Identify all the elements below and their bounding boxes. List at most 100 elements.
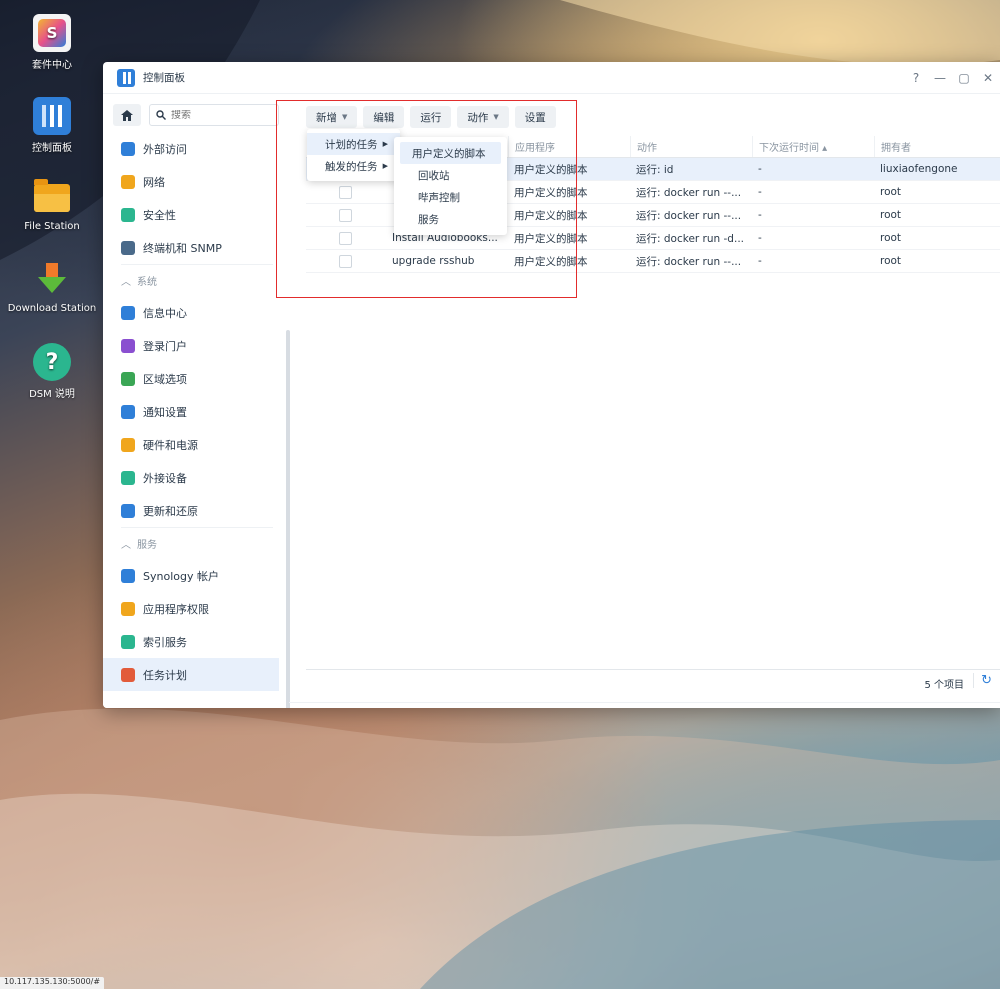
search-box [149,104,279,126]
sidebar-item-icon [121,601,135,616]
sidebar-item[interactable]: 信息中心 [121,296,289,329]
desktop-icon-label: File Station [24,221,80,232]
task-owner-cell: root [880,209,902,221]
sidebar-item[interactable]: 外部访问 [121,132,289,165]
sidebar-item-label: 安全性 [143,208,176,222]
sidebar-item[interactable]: 网络 [121,165,289,198]
sidebar-item-label: 外接设备 [143,471,187,485]
sidebar-item-label: 信息中心 [143,306,187,320]
sidebar-item[interactable]: 通知设置 [121,395,289,428]
status-url: 10.117.135.130:5000/# [0,977,105,989]
sidebar-item[interactable]: 更新和还原 [121,494,289,527]
sidebar-item[interactable]: 终端机和 SNMP [121,231,289,264]
sidebar-item[interactable]: Synology 帐户 [121,559,289,592]
sidebar-item-icon [121,207,135,222]
annotation-highlight-box [276,100,577,298]
desktop-icon-file-station[interactable]: File Station [6,179,98,232]
task-owner-cell: root [880,255,902,267]
window-titlebar[interactable]: 控制面板 ? — ▢ ✕ [103,62,1000,94]
sidebar-item-label: 通知设置 [143,405,187,419]
sidebar-item-label: 更新和还原 [143,504,198,518]
desktop-icon-label: 控制面板 [32,143,72,154]
refresh-icon: ↻ [981,673,992,688]
task-next-run-cell: - [758,209,762,221]
header-action[interactable]: 动作 [630,136,752,157]
task-action-cell: 运行: docker run --... [636,186,742,199]
sidebar-item-label: 硬件和电源 [143,438,198,452]
sidebar-item-icon [121,305,135,320]
minimize-button[interactable]: — [928,71,952,85]
sidebar-item[interactable]: 索引服务 [121,625,289,658]
task-action-cell: 运行: id [636,163,674,176]
window-title: 控制面板 [143,72,185,84]
sidebar-item[interactable]: 外接设备 [121,461,289,494]
folder-icon [33,179,71,217]
desktop-icon-dsm-help[interactable]: ? DSM 说明 [6,343,98,400]
sidebar-item[interactable]: 应用程序权限 [121,592,289,625]
task-next-run-cell: - [758,255,762,267]
sidebar-item[interactable]: 安全性 [121,198,289,231]
footer-divider [289,702,1000,703]
sidebar-item-label: 终端机和 SNMP [143,241,222,255]
sidebar-section-header[interactable]: ︿ 系统 [121,264,273,296]
help-question-icon: ? [33,343,71,381]
sidebar-item-label: 任务计划 [143,668,187,682]
sidebar-item-label: Synology 帐户 [143,569,219,583]
search-icon [156,110,166,120]
sidebar-item[interactable]: 区域选项 [121,362,289,395]
package-center-icon: S [33,14,71,52]
desktop-icon-package-center[interactable]: S 套件中心 [6,14,98,71]
header-owner[interactable]: 拥有者 [874,136,984,157]
grid-footer-divider [306,669,1000,670]
download-arrow-icon [33,261,71,299]
chevron-up-icon: ︿ [121,540,131,551]
sidebar-item-label: 应用程序权限 [143,602,209,616]
sidebar-item-icon [121,568,135,583]
desktop-icon-label: DSM 说明 [29,389,75,400]
desktop-icon-control-panel[interactable]: 控制面板 [6,97,98,154]
sidebar-item[interactable]: 任务计划 [103,658,279,691]
sidebar-item[interactable]: 硬件和电源 [121,428,289,461]
sidebar-item-label: 登录门户 [143,339,187,353]
sidebar-item-icon [121,371,135,386]
task-action-cell: 运行: docker run --... [636,209,742,222]
sidebar-item[interactable]: 登录门户 [121,329,289,362]
sidebar-item-icon [121,503,135,518]
control-panel-icon [117,68,135,87]
sidebar-item-icon [121,174,135,189]
sidebar-section-label: 服务 [137,540,157,551]
sidebar: 外部访问网络安全性终端机和 SNMP ︿ 系统信息中心登录门户区域选项通知设置硬件和… [103,94,290,708]
sidebar-section-header[interactable]: ︿ 服务 [121,527,273,559]
desktop-icon-label: Download Station [7,303,97,314]
desktop-icon-download-station[interactable]: Download Station [6,261,98,314]
sidebar-item-icon [121,634,135,649]
chevron-up-icon: ︿ [121,277,131,288]
task-next-run-cell: - [758,163,762,175]
sidebar-section-label: 系统 [137,277,157,288]
task-owner-cell: liuxiaofengone [880,163,958,175]
help-button[interactable]: ? [904,71,928,85]
sidebar-item-icon [121,437,135,452]
sidebar-item-label: 网络 [143,175,165,189]
header-next-run[interactable]: 下次运行时间 ▴ [752,136,874,157]
task-owner-cell: root [880,186,902,198]
sidebar-item-icon [121,141,135,156]
sidebar-item-icon [121,667,135,682]
task-action-cell: 运行: docker run --... [636,255,742,268]
search-input[interactable] [171,109,271,121]
item-count: 5 个项目 [924,680,964,691]
sidebar-item-icon [121,338,135,353]
maximize-button[interactable]: ▢ [952,71,976,85]
sidebar-item-label: 索引服务 [143,635,187,649]
sidebar-item-icon [121,240,135,255]
sidebar-item-icon [121,404,135,419]
task-next-run-cell: - [758,186,762,198]
home-button[interactable] [113,104,141,126]
sidebar-item-icon [121,470,135,485]
task-action-cell: 运行: docker run -d... [636,232,744,245]
refresh-button[interactable]: ↻ [973,673,992,688]
close-button[interactable]: ✕ [976,71,1000,85]
task-next-run-cell: - [758,232,762,244]
home-icon [121,109,133,121]
control-panel-icon [33,97,71,135]
